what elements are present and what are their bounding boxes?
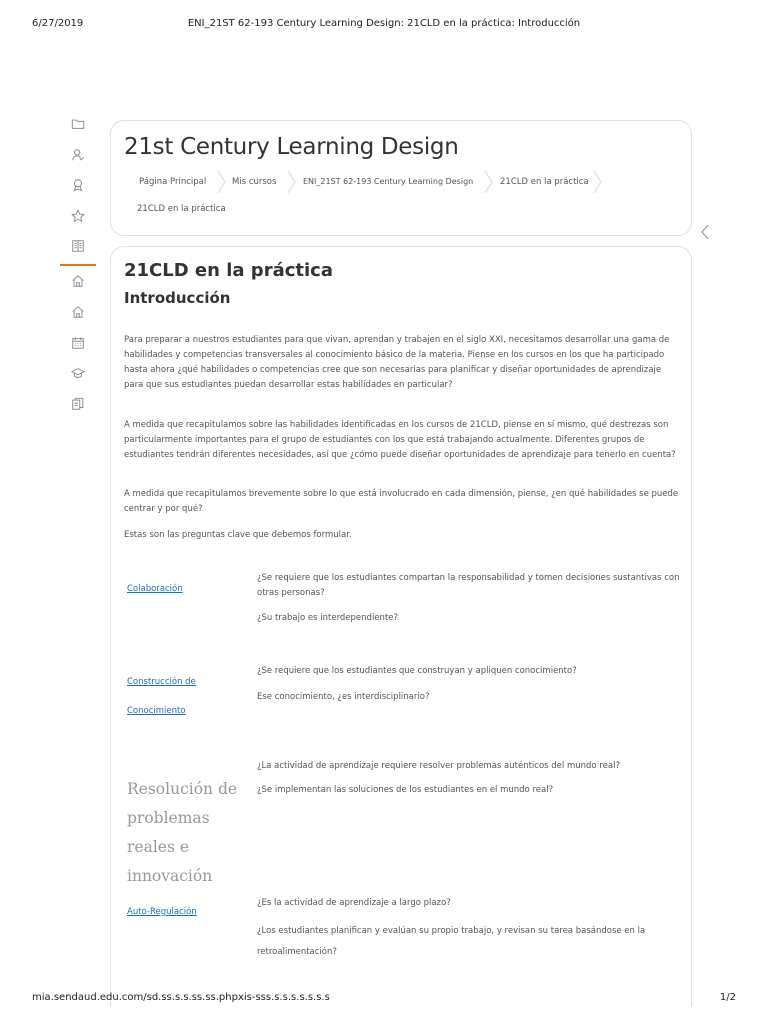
breadcrumb-item-current[interactable]: 21CLD en la práctica: [137, 204, 226, 214]
page-content-card: 21CLD en la práctica Introducción Para p…: [110, 246, 692, 1006]
collaboration-question: ¿Se requiere que los estudiantes compart…: [257, 573, 680, 598]
breadcrumb-separator-icon: [287, 171, 296, 193]
recap-paragraph: A medida que recapitulamos sobre las hab…: [124, 420, 676, 460]
knowledge-construction-link[interactable]: Construcción de: [127, 677, 196, 687]
star-icon[interactable]: [60, 204, 96, 228]
self-regulation-question: ¿Es la actividad de aprendizaje a largo …: [257, 898, 451, 908]
breadcrumb-separator-icon: [484, 171, 493, 193]
calendar-icon[interactable]: [60, 331, 96, 355]
breadcrumb-separator-icon: [593, 171, 602, 193]
folder-icon[interactable]: [60, 112, 96, 136]
problem-solving-question: ¿La actividad de aprendizaje requiere re…: [257, 761, 620, 771]
breadcrumb-separator-icon: [217, 171, 226, 193]
drawer-toggle-chevron-left-icon[interactable]: [698, 223, 712, 241]
self-regulation-link[interactable]: Auto-Regulación: [127, 907, 197, 917]
dimensions-paragraph: A medida que recapitulamos brevemente so…: [124, 489, 679, 514]
print-footer: mia.sendaud.edu.com/sd.ss.s.s.ss.ss.phpx…: [0, 992, 768, 1006]
collaboration-question: ¿Su trabajo es interdependiente?: [257, 613, 399, 623]
self-regulation-question: ¿Los estudiantes planifican y evalúan su…: [257, 926, 646, 957]
knowledge-construction-link[interactable]: Conocimiento: [127, 706, 186, 716]
page-subtitle: Introducción: [124, 289, 231, 307]
home-icon[interactable]: [60, 269, 96, 293]
knowledge-construction-question: ¿Se requiere que los estudiantes que con…: [257, 666, 577, 676]
print-page-number: 1/2: [719, 992, 736, 1003]
print-url: mia.sendaud.edu.com/sd.ss.s.s.ss.ss.phpx…: [32, 992, 330, 1003]
book-icon[interactable]: [60, 234, 96, 258]
knowledge-construction-question: Ese conocimiento, ¿es interdisciplinario…: [257, 692, 430, 702]
breadcrumb-item-home[interactable]: Página Principal: [139, 177, 206, 187]
course-title: 21st Century Learning Design: [124, 134, 459, 160]
print-page-title: ENI_21ST 62-193 Century Learning Design:…: [187, 18, 581, 29]
copy-document-icon[interactable]: [60, 392, 96, 416]
collaboration-link[interactable]: Colaboración: [127, 584, 183, 594]
breadcrumb-item-course[interactable]: ENI_21ST 62-193 Century Learning Design: [303, 177, 473, 186]
breadcrumb-item-my-courses[interactable]: Mis cursos: [232, 177, 276, 187]
graduation-cap-icon[interactable]: [60, 361, 96, 385]
problem-solving-label: Resolución de problemas reales e innovac…: [127, 780, 238, 885]
award-icon[interactable]: [60, 173, 96, 197]
intro-paragraph: Para preparar a nuestros estudiantes par…: [124, 335, 670, 390]
breadcrumb-item-section[interactable]: 21CLD en la práctica: [500, 177, 589, 187]
problem-solving-question: ¿Se implementan las soluciones de los es…: [257, 785, 554, 795]
key-questions-paragraph: Estas son las preguntas clave que debemo…: [124, 530, 352, 540]
sidebar-active-indicator: [60, 264, 96, 266]
page-title: 21CLD en la práctica: [124, 260, 333, 281]
user-badge-icon[interactable]: [60, 143, 96, 167]
print-header: 6/27/2019 ENI_21ST 62-193 Century Learni…: [0, 18, 768, 32]
course-header-card: 21st Century Learning Design Página Prin…: [110, 120, 692, 236]
home-icon[interactable]: [60, 300, 96, 324]
